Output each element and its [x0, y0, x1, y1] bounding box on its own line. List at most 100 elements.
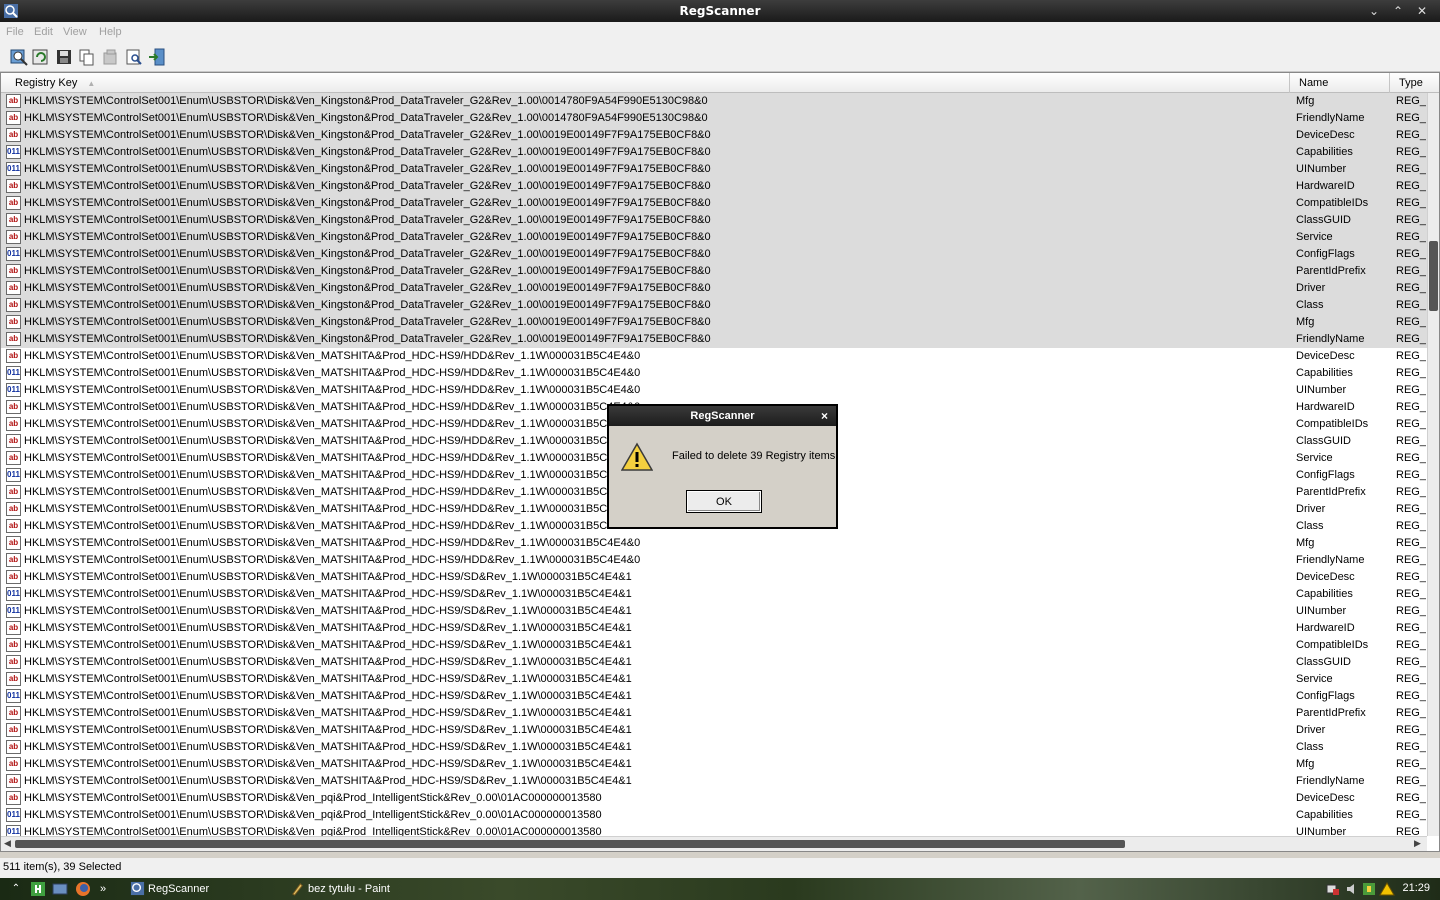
- copy-icon[interactable]: [77, 47, 97, 67]
- close-icon[interactable]: ✕: [1413, 3, 1431, 19]
- save-icon[interactable]: [54, 47, 74, 67]
- table-row[interactable]: ab HKLM\SYSTEM\ControlSet001\Enum\USBSTOR…: [1, 620, 1427, 637]
- table-row[interactable]: ab HKLM\SYSTEM\ControlSet001\Enum\USBSTOR…: [1, 331, 1427, 348]
- table-row[interactable]: ab HKLM\SYSTEM\ControlSet001\Enum\USBSTOR…: [1, 297, 1427, 314]
- registry-key-cell: HKLM\SYSTEM\ControlSet001\Enum\USBSTOR\D…: [24, 673, 632, 685]
- minimize-icon[interactable]: ⌄: [1365, 3, 1383, 19]
- taskbar-task-regscanner[interactable]: RegScanner: [128, 880, 278, 898]
- table-row[interactable]: ab HKLM\SYSTEM\ControlSet001\Enum\USBSTOR…: [1, 552, 1427, 569]
- table-row[interactable]: 011 HKLM\SYSTEM\ControlSet001\Enum\USBSTO…: [1, 246, 1427, 263]
- taskbar-task-paint[interactable]: bez tytułu - Paint: [288, 880, 448, 898]
- table-row[interactable]: ab HKLM\SYSTEM\ControlSet001\Enum\USBSTOR…: [1, 348, 1427, 365]
- value-name-cell: Class: [1296, 299, 1324, 311]
- delete-icon[interactable]: [100, 47, 120, 67]
- taskbar-task-label: bez tytułu - Paint: [308, 883, 390, 895]
- table-row[interactable]: ab HKLM\SYSTEM\ControlSet001\Enum\USBSTOR…: [1, 654, 1427, 671]
- table-row[interactable]: ab HKLM\SYSTEM\ControlSet001\Enum\USBSTOR…: [1, 229, 1427, 246]
- string-value-icon: ab: [6, 128, 21, 142]
- tray-warning-icon[interactable]: [1379, 881, 1395, 897]
- show-more-icon[interactable]: ⌃: [8, 881, 24, 897]
- scroll-right-icon[interactable]: ▶: [1414, 838, 1421, 849]
- table-row[interactable]: ab HKLM\SYSTEM\ControlSet001\Enum\USBSTOR…: [1, 756, 1427, 773]
- registry-key-cell: HKLM\SYSTEM\ControlSet001\Enum\USBSTOR\D…: [24, 95, 708, 107]
- refresh-icon[interactable]: [31, 47, 51, 67]
- table-row[interactable]: 011 HKLM\SYSTEM\ControlSet001\Enum\USBSTO…: [1, 365, 1427, 382]
- table-row[interactable]: ab HKLM\SYSTEM\ControlSet001\Enum\USBSTOR…: [1, 314, 1427, 331]
- table-row[interactable]: ab HKLM\SYSTEM\ControlSet001\Enum\USBSTOR…: [1, 637, 1427, 654]
- value-name-cell: ParentIdPrefix: [1296, 265, 1366, 277]
- maximize-icon[interactable]: ⌃: [1389, 3, 1407, 19]
- table-row[interactable]: 011 HKLM\SYSTEM\ControlSet001\Enum\USBSTO…: [1, 586, 1427, 603]
- table-row[interactable]: ab HKLM\SYSTEM\ControlSet001\Enum\USBSTOR…: [1, 127, 1427, 144]
- table-row[interactable]: ab HKLM\SYSTEM\ControlSet001\Enum\USBSTOR…: [1, 671, 1427, 688]
- registry-key-cell: HKLM\SYSTEM\ControlSet001\Enum\USBSTOR\D…: [24, 537, 641, 549]
- exit-icon[interactable]: [147, 47, 167, 67]
- table-row[interactable]: ab HKLM\SYSTEM\ControlSet001\Enum\USBSTOR…: [1, 178, 1427, 195]
- window-title: RegScanner: [679, 4, 761, 18]
- registry-key-cell: HKLM\SYSTEM\ControlSet001\Enum\USBSTOR\D…: [24, 248, 711, 260]
- string-value-icon: ab: [6, 434, 21, 448]
- tray-network-icon[interactable]: [1325, 881, 1341, 897]
- table-row[interactable]: ab HKLM\SYSTEM\ControlSet001\Enum\USBSTOR…: [1, 195, 1427, 212]
- menu-edit[interactable]: Edit: [34, 26, 53, 38]
- horizontal-scroll-thumb[interactable]: [15, 840, 1125, 848]
- firefox-icon[interactable]: [75, 881, 91, 897]
- table-row[interactable]: 011 HKLM\SYSTEM\ControlSet001\Enum\USBSTO…: [1, 824, 1427, 836]
- table-row[interactable]: ab HKLM\SYSTEM\ControlSet001\Enum\USBSTOR…: [1, 110, 1427, 127]
- column-type[interactable]: Type: [1393, 73, 1439, 93]
- desktop-icon[interactable]: [52, 881, 68, 897]
- table-row[interactable]: 011 HKLM\SYSTEM\ControlSet001\Enum\USBSTO…: [1, 382, 1427, 399]
- column-registry-key[interactable]: Registry Key ▲: [9, 73, 1290, 93]
- table-row[interactable]: ab HKLM\SYSTEM\ControlSet001\Enum\USBSTOR…: [1, 280, 1427, 297]
- value-type-cell: REG_I: [1396, 401, 1426, 413]
- tray-app-icon[interactable]: [1361, 881, 1377, 897]
- value-name-cell: Capabilities: [1296, 809, 1353, 821]
- registry-key-cell: HKLM\SYSTEM\ControlSet001\Enum\USBSTOR\D…: [24, 775, 632, 787]
- table-row[interactable]: ab HKLM\SYSTEM\ControlSet001\Enum\USBSTOR…: [1, 569, 1427, 586]
- horizontal-scrollbar[interactable]: ◀ ▶: [1, 836, 1427, 851]
- vertical-scrollbar[interactable]: [1427, 93, 1439, 836]
- registry-key-cell: HKLM\SYSTEM\ControlSet001\Enum\USBSTOR\D…: [24, 826, 602, 836]
- scan-icon[interactable]: [9, 47, 29, 67]
- registry-key-cell: HKLM\SYSTEM\ControlSet001\Enum\USBSTOR\D…: [24, 435, 641, 447]
- registry-key-cell: HKLM\SYSTEM\ControlSet001\Enum\USBSTOR\D…: [24, 520, 641, 532]
- binary-value-icon: 011: [6, 247, 21, 261]
- value-type-cell: REG_S: [1396, 707, 1426, 719]
- table-row[interactable]: ab HKLM\SYSTEM\ControlSet001\Enum\USBSTOR…: [1, 773, 1427, 790]
- table-row[interactable]: 011 HKLM\SYSTEM\ControlSet001\Enum\USBSTO…: [1, 161, 1427, 178]
- table-row[interactable]: 011 HKLM\SYSTEM\ControlSet001\Enum\USBSTO…: [1, 688, 1427, 705]
- table-row[interactable]: 011 HKLM\SYSTEM\ControlSet001\Enum\USBSTO…: [1, 144, 1427, 161]
- table-row[interactable]: 011 HKLM\SYSTEM\ControlSet001\Enum\USBSTO…: [1, 603, 1427, 620]
- table-row[interactable]: ab HKLM\SYSTEM\ControlSet001\Enum\USBSTOR…: [1, 790, 1427, 807]
- table-row[interactable]: ab HKLM\SYSTEM\ControlSet001\Enum\USBSTOR…: [1, 739, 1427, 756]
- value-type-cell: REG_S: [1396, 724, 1426, 736]
- menu-file[interactable]: File: [6, 26, 24, 38]
- properties-icon[interactable]: [124, 47, 144, 67]
- table-row[interactable]: ab HKLM\SYSTEM\ControlSet001\Enum\USBSTOR…: [1, 263, 1427, 280]
- value-type-cell: REG_I: [1396, 197, 1426, 209]
- tray-volume-icon[interactable]: [1344, 881, 1360, 897]
- table-row[interactable]: ab HKLM\SYSTEM\ControlSet001\Enum\USBSTOR…: [1, 212, 1427, 229]
- table-row[interactable]: ab HKLM\SYSTEM\ControlSet001\Enum\USBSTOR…: [1, 722, 1427, 739]
- string-value-icon: ab: [6, 621, 21, 635]
- vertical-scroll-thumb[interactable]: [1429, 241, 1438, 311]
- more-launchers-icon[interactable]: »: [100, 881, 116, 897]
- ok-button[interactable]: OK: [686, 490, 762, 513]
- table-row[interactable]: ab HKLM\SYSTEM\ControlSet001\Enum\USBSTOR…: [1, 535, 1427, 552]
- table-row[interactable]: ab HKLM\SYSTEM\ControlSet001\Enum\USBSTOR…: [1, 93, 1427, 110]
- scroll-left-icon[interactable]: ◀: [4, 838, 11, 849]
- column-name[interactable]: Name: [1293, 73, 1390, 93]
- menu-help[interactable]: Help: [99, 26, 122, 38]
- registry-key-cell: HKLM\SYSTEM\ControlSet001\Enum\USBSTOR\D…: [24, 554, 641, 566]
- registry-key-cell: HKLM\SYSTEM\ControlSet001\Enum\USBSTOR\D…: [24, 605, 632, 617]
- menu-view[interactable]: View: [63, 26, 87, 38]
- table-row[interactable]: ab HKLM\SYSTEM\ControlSet001\Enum\USBSTOR…: [1, 705, 1427, 722]
- value-type-cell: REG_S: [1396, 350, 1426, 362]
- launcher-icon[interactable]: [30, 881, 46, 897]
- binary-value-icon: 011: [6, 689, 21, 703]
- value-name-cell: Driver: [1296, 282, 1326, 294]
- table-row[interactable]: 011 HKLM\SYSTEM\ControlSet001\Enum\USBSTO…: [1, 807, 1427, 824]
- dialog-close-icon[interactable]: ×: [821, 406, 828, 426]
- value-name-cell: FriendlyName: [1296, 554, 1365, 566]
- value-name-cell: UINumber: [1296, 384, 1347, 396]
